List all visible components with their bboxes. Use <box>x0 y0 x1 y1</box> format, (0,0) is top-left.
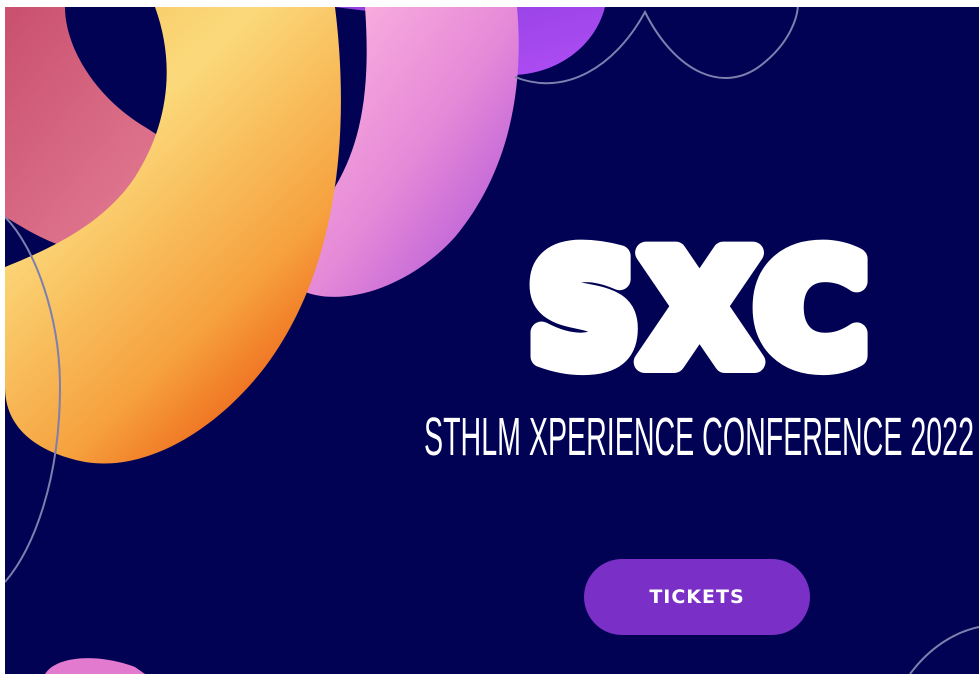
conference-title-text: STHLM XPERIENCE CONFERENCE 2022 <box>424 407 974 467</box>
conference-title: STHLM XPERIENCE CONFERENCE 2022 <box>424 400 979 470</box>
logo-text: SXC <box>530 224 870 392</box>
tickets-button[interactable]: TICKETS <box>584 559 810 635</box>
hero-section: SXC STHLM XPERIENCE CONFERENCE 2022 TICK… <box>5 7 979 674</box>
sxc-logo: SXC <box>528 213 873 392</box>
